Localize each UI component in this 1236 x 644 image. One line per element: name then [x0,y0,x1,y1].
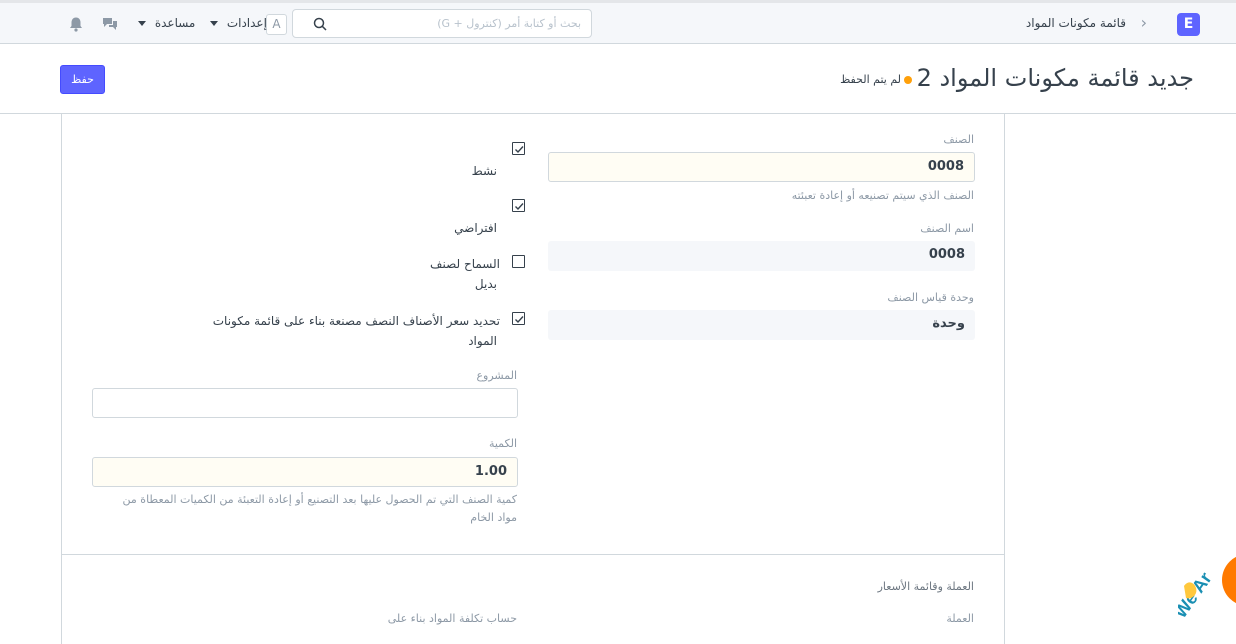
quantity-help-2: مواد الخام [470,511,517,524]
currency-section-title[interactable]: العملة وقائمة الأسعار [878,580,974,593]
project-field[interactable] [92,388,518,418]
search-placeholder: بحث أو كتابة أمر (كنترول + G) [437,17,581,30]
settings-menu[interactable]: إعدادات [210,16,267,30]
save-button[interactable]: حفظ [60,65,105,94]
item-help: الصنف الذي سيتم تصنيعه أو إعادة تعبئته [791,189,974,202]
search-icon [313,17,327,31]
chat-bubbles-icon[interactable] [102,16,118,32]
caret-down-icon [210,21,218,26]
status-indicator: لم يتم الحفظ [840,73,912,86]
help-menu[interactable]: مساعدة [138,16,195,30]
chevron-left-icon: ‹ [1140,13,1147,32]
check-icon [515,316,524,324]
project-label: المشروع [476,369,517,382]
breadcrumb[interactable]: قائمة مكونات المواد [1026,16,1126,30]
allow-alternative-label-2: بديل [474,277,497,291]
page-title: جديد قائمة مكونات المواد 2 [916,64,1194,92]
update-rate-label-2: المواد [468,334,497,348]
is-active-checkbox[interactable] [512,142,525,155]
quantity-label: الكمية [488,437,517,450]
chat-widget-icon[interactable]: We Ar [1178,520,1236,628]
search-input[interactable]: بحث أو كتابة أمر (كنترول + G) [292,9,592,38]
quantity-field[interactable]: 1.00 [92,457,518,487]
navbar: E ‹ قائمة مكونات المواد بحث أو كتابة أمر… [0,0,1236,44]
item-name-label: اسم الصنف [920,222,974,235]
check-icon [515,203,524,211]
bell-icon[interactable] [68,16,84,32]
item-name-field[interactable]: 0008 [548,241,975,271]
allow-alternative-checkbox[interactable] [512,255,525,268]
uom-label: وحدة قياس الصنف [887,291,974,304]
item-label: الصنف [943,133,974,146]
svg-text:We Ar: We Ar [1178,569,1216,622]
currency-label: العملة [946,612,974,625]
costing-label: حساب تكلفة المواد بناء على [387,612,517,625]
app-logo[interactable]: E [1177,13,1200,36]
caret-down-icon [138,21,146,26]
unsaved-dot-icon [904,76,912,84]
quantity-help: كمية الصنف التي تم الحصول عليها بعد التص… [122,493,517,506]
uom-field[interactable]: وحدة [548,310,975,340]
settings-label: إعدادات [226,16,267,30]
update-rate-checkbox[interactable] [512,312,525,325]
form-body: الصنف 0008 الصنف الذي سيتم تصنيعه أو إعا… [61,114,1005,644]
update-rate-label: تحديد سعر الأصناف النصف مصنعة بناء على ق… [212,314,500,328]
status-text: لم يتم الحفظ [840,73,901,86]
is-default-label: افتراضي [454,221,497,235]
is-active-label: نشط [471,164,497,178]
help-label: مساعدة [154,16,196,30]
is-default-checkbox[interactable] [512,199,525,212]
avatar[interactable]: A [266,14,287,35]
item-field[interactable]: 0008 [548,152,975,182]
section-divider [62,554,1004,555]
check-icon [515,146,524,154]
allow-alternative-label: السماح لصنف [430,257,500,271]
page-header: جديد قائمة مكونات المواد 2 لم يتم الحفظ … [0,44,1236,114]
